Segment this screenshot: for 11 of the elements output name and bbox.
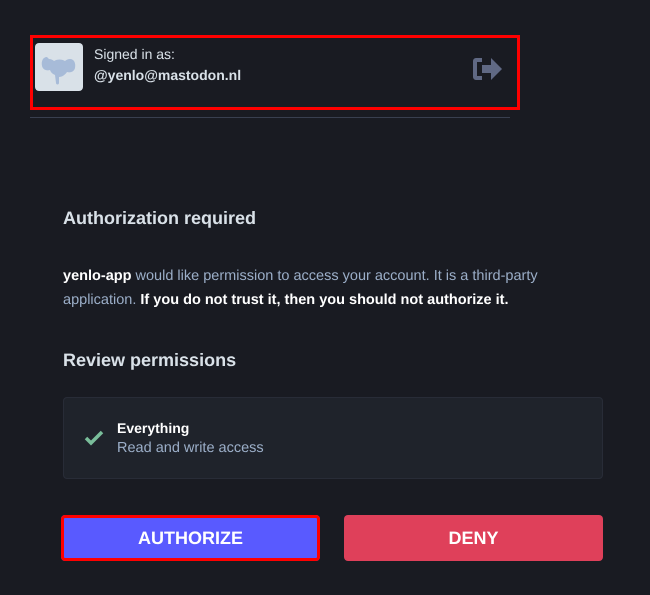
permission-title: Everything: [117, 420, 190, 436]
permission-description: Read and write access: [117, 440, 264, 456]
signed-in-label: Signed in as:: [94, 46, 176, 62]
section-heading: Review permissions: [63, 349, 238, 372]
section-heading: Authorization required: [63, 207, 257, 230]
avatar-icon: [35, 43, 83, 91]
authorize-button[interactable]: AUTHORIZE: [61, 515, 320, 561]
permission-message: yenlo-app would like permission to access your account. It is a third-party application. If you do not trust it, then you should not authorize it.: [63, 267, 539, 310]
deny-button[interactable]: DENY: [344, 515, 603, 561]
account-handle: @yenlo@mastodon.nl: [94, 67, 242, 83]
logout-icon[interactable]: [470, 55, 504, 83]
